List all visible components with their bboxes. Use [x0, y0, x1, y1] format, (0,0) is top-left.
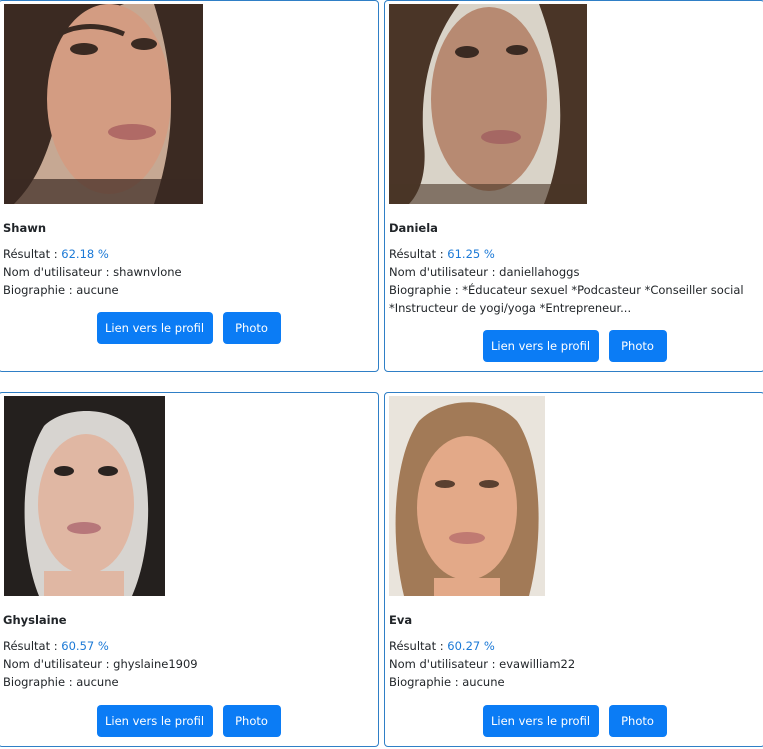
- username-line: Nom d'utilisateur : ghyslaine1909: [3, 655, 373, 673]
- score-label: Résultat :: [389, 247, 448, 261]
- score-value: 61.25 %: [447, 247, 495, 261]
- score-label: Résultat :: [389, 639, 448, 653]
- profile-link-button[interactable]: Lien vers le profil: [482, 705, 599, 737]
- portrait-image: [389, 396, 545, 596]
- profile-card: Eva Résultat : 60.27 % Nom d'utilisateur…: [384, 392, 763, 747]
- profile-name: Shawn: [3, 221, 47, 235]
- bio-label: Biographie :: [3, 675, 77, 689]
- portrait-image: [389, 4, 587, 204]
- photo-button[interactable]: Photo: [608, 330, 667, 362]
- bio-label: Biographie :: [389, 283, 463, 297]
- bio-label: Biographie :: [3, 283, 77, 297]
- profile-photo: [389, 396, 545, 596]
- score-value: 60.27 %: [447, 639, 495, 653]
- profile-info: Résultat : 60.27 % Nom d'utilisateur : e…: [389, 637, 759, 691]
- profile-card: Daniela Résultat : 61.25 % Nom d'utilisa…: [384, 0, 763, 372]
- score-line: Résultat : 62.18 %: [3, 245, 373, 263]
- profile-name: Daniela: [389, 221, 438, 235]
- bio-value: aucune: [76, 675, 119, 689]
- username-line: Nom d'utilisateur : shawnvlone: [3, 263, 373, 281]
- bio-line: Biographie : *Éducateur sexuel *Podcaste…: [389, 281, 759, 317]
- profile-link-button[interactable]: Lien vers le profil: [96, 705, 213, 737]
- profile-info: Résultat : 60.57 % Nom d'utilisateur : g…: [3, 637, 373, 691]
- bio-line: Biographie : aucune: [389, 673, 759, 691]
- photo-button[interactable]: Photo: [222, 705, 281, 737]
- username-value: evawilliam22: [499, 657, 576, 671]
- username-label: Nom d'utilisateur :: [3, 657, 114, 671]
- score-line: Résultat : 60.27 %: [389, 637, 759, 655]
- card-actions: Lien vers le profil Photo: [385, 330, 763, 362]
- portrait-image: [4, 396, 165, 596]
- photo-button[interactable]: Photo: [222, 312, 281, 344]
- profile-photo: [4, 4, 203, 204]
- profile-card: Ghyslaine Résultat : 60.57 % Nom d'utili…: [0, 392, 379, 747]
- bio-line: Biographie : aucune: [3, 281, 373, 299]
- score-value: 60.57 %: [61, 639, 109, 653]
- profile-info: Résultat : 62.18 % Nom d'utilisateur : s…: [3, 245, 373, 299]
- profile-link-button[interactable]: Lien vers le profil: [482, 330, 599, 362]
- bio-label: Biographie :: [389, 675, 463, 689]
- card-actions: Lien vers le profil Photo: [0, 312, 378, 344]
- bio-value: aucune: [462, 675, 505, 689]
- score-label: Résultat :: [3, 247, 62, 261]
- username-line: Nom d'utilisateur : daniellahoggs: [389, 263, 759, 281]
- username-value: shawnvlone: [113, 265, 182, 279]
- username-value: ghyslaine1909: [113, 657, 198, 671]
- score-label: Résultat :: [3, 639, 62, 653]
- profile-photo: [389, 4, 587, 204]
- portrait-image: [4, 4, 203, 204]
- username-label: Nom d'utilisateur :: [3, 265, 114, 279]
- profile-name: Eva: [389, 613, 413, 627]
- score-value: 62.18 %: [61, 247, 109, 261]
- username-line: Nom d'utilisateur : evawilliam22: [389, 655, 759, 673]
- photo-button[interactable]: Photo: [608, 705, 667, 737]
- card-actions: Lien vers le profil Photo: [0, 705, 378, 737]
- card-actions: Lien vers le profil Photo: [385, 705, 763, 737]
- profile-photo: [4, 396, 165, 596]
- username-label: Nom d'utilisateur :: [389, 265, 500, 279]
- profile-card: Shawn Résultat : 62.18 % Nom d'utilisate…: [0, 0, 379, 372]
- username-label: Nom d'utilisateur :: [389, 657, 500, 671]
- profile-link-button[interactable]: Lien vers le profil: [96, 312, 213, 344]
- profile-info: Résultat : 61.25 % Nom d'utilisateur : d…: [389, 245, 759, 317]
- username-value: daniellahoggs: [499, 265, 580, 279]
- bio-line: Biographie : aucune: [3, 673, 373, 691]
- score-line: Résultat : 61.25 %: [389, 245, 759, 263]
- profile-name: Ghyslaine: [3, 613, 67, 627]
- bio-value: aucune: [76, 283, 119, 297]
- score-line: Résultat : 60.57 %: [3, 637, 373, 655]
